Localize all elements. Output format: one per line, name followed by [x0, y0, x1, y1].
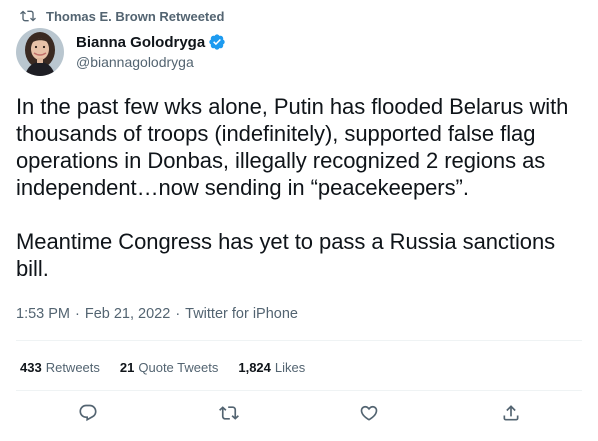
tweet-text: In the past few wks alone, Putin has flo… — [16, 94, 569, 281]
tweet-time[interactable]: 1:53 PM — [16, 306, 70, 322]
retweet-button[interactable] — [218, 404, 240, 426]
author-name[interactable]: Bianna Golodryga — [76, 34, 205, 51]
likes-stat[interactable]: 1,824 Likes — [238, 360, 305, 375]
tweet-source[interactable]: Twitter for iPhone — [185, 306, 298, 322]
engagement-stats: 433 Retweets 21 Quote Tweets 1,824 Likes — [20, 358, 325, 376]
tweet-date[interactable]: Feb 21, 2022 — [85, 306, 170, 322]
retweets-label: Retweets — [45, 359, 100, 375]
reply-button[interactable] — [77, 404, 99, 426]
share-button[interactable] — [500, 404, 522, 426]
retweet-icon — [20, 8, 36, 24]
retweets-stat[interactable]: 433 Retweets — [20, 360, 100, 375]
retweet-context[interactable]: Thomas E. Brown Retweeted — [20, 7, 224, 25]
quote-tweets-label: Quote Tweets — [138, 359, 219, 375]
avatar[interactable] — [16, 28, 64, 76]
retweet-context-label: Thomas E. Brown Retweeted — [46, 8, 225, 24]
likes-count: 1,824 — [238, 359, 271, 375]
like-button[interactable] — [358, 404, 380, 426]
tweet-detail: Thomas E. Brown Retweeted Bianna Golodry… — [0, 0, 598, 441]
reply-icon — [78, 403, 98, 428]
retweets-count: 433 — [20, 359, 42, 375]
meta-separator: · — [75, 306, 80, 322]
author-info: Bianna Golodryga @biannagolodryga — [76, 33, 226, 70]
retweet-icon — [219, 403, 239, 428]
divider — [16, 340, 582, 341]
meta-separator: · — [175, 306, 181, 322]
tweet-actions — [0, 404, 598, 430]
verified-badge-icon — [208, 33, 226, 51]
heart-icon — [359, 403, 379, 428]
likes-label: Likes — [274, 359, 306, 375]
share-icon — [501, 403, 521, 428]
quote-tweets-count: 21 — [119, 359, 135, 375]
quote-tweets-stat[interactable]: 21 Quote Tweets — [120, 360, 218, 375]
tweet-meta: 1:53 PM · Feb 21, 2022 · Twitter for iPh… — [16, 305, 298, 323]
divider — [16, 390, 582, 391]
author-handle[interactable]: @biannagolodryga — [76, 54, 226, 70]
